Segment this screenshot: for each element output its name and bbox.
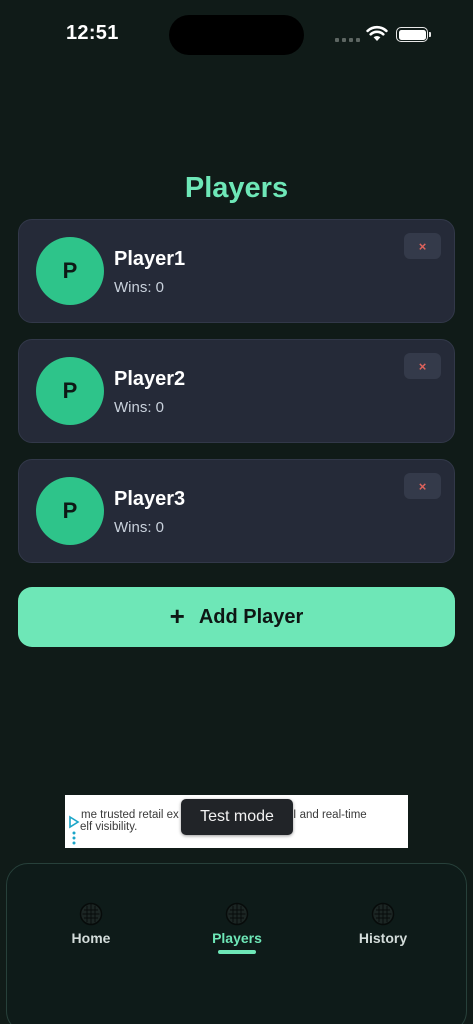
player-card[interactable]: P Player1 Wins: 0 × xyxy=(18,219,455,323)
player-card[interactable]: P Player2 Wins: 0 × xyxy=(18,339,455,443)
battery-icon xyxy=(396,27,431,42)
player-name: Player3 xyxy=(114,488,186,510)
avatar: P xyxy=(36,477,104,545)
tab-home[interactable]: Home xyxy=(41,902,141,946)
player-name: Player2 xyxy=(114,368,186,390)
tab-players[interactable]: Players xyxy=(187,902,287,954)
player-wins: Wins: 0 xyxy=(114,279,165,296)
status-time: 12:51 xyxy=(66,22,119,44)
ball-icon xyxy=(225,902,249,926)
ball-icon xyxy=(79,902,103,926)
player-wins: Wins: 0 xyxy=(114,519,165,536)
ball-icon xyxy=(371,902,395,926)
tab-label-home: Home xyxy=(71,930,111,946)
plus-icon: + xyxy=(169,600,185,631)
remove-player-button[interactable]: × xyxy=(404,233,441,259)
players-screen: 12:51 Players P Player1 Wins: 0 × P Play… xyxy=(0,0,473,1024)
add-player-button[interactable]: + Add Player xyxy=(18,587,455,647)
avatar: P xyxy=(36,357,104,425)
test-mode-toast: Test mode xyxy=(181,799,293,835)
remove-player-button[interactable]: × xyxy=(404,473,441,499)
remove-player-button[interactable]: × xyxy=(404,353,441,379)
player-card[interactable]: P Player3 Wins: 0 × xyxy=(18,459,455,563)
ad-text-line1: me trusted retail ex xyxy=(81,809,179,821)
cellular-signal-icon xyxy=(335,38,360,42)
active-tab-indicator xyxy=(218,950,256,954)
player-wins: Wins: 0 xyxy=(114,399,165,416)
tab-history[interactable]: History xyxy=(333,902,433,946)
dynamic-island xyxy=(169,15,304,55)
wifi-icon xyxy=(366,25,388,41)
player-list: P Player1 Wins: 0 × P Player2 Wins: 0 × … xyxy=(18,219,455,579)
tab-bar: Home Players History xyxy=(6,863,467,1024)
add-player-label: Add Player xyxy=(198,605,304,628)
player-name: Player1 xyxy=(114,248,186,270)
tab-label-history: History xyxy=(358,930,408,946)
tab-label-players: Players xyxy=(212,930,262,946)
avatar: P xyxy=(36,237,104,305)
page-title: Players xyxy=(184,172,289,204)
ad-choices-icon xyxy=(69,815,80,845)
